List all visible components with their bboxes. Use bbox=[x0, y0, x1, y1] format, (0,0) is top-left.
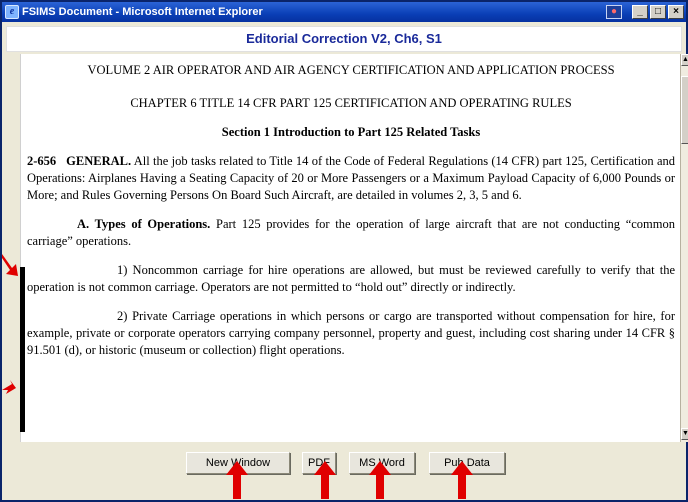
toolbar-status-icon[interactable]: ● bbox=[606, 5, 622, 19]
ie-icon: e bbox=[5, 5, 19, 19]
section-title: Section 1 Introduction to Part 125 Relat… bbox=[221, 125, 481, 139]
general-number: 2-656 bbox=[27, 154, 57, 168]
document-content: VOLUME 2 AIR OPERATOR AND AIR AGENCY CER… bbox=[20, 54, 682, 442]
scroll-thumb[interactable] bbox=[681, 76, 688, 144]
vertical-scrollbar[interactable]: ▲ ▼ bbox=[680, 54, 688, 442]
volume-title: VOLUME 2 AIR OPERATOR AND AIR AGENCY CER… bbox=[87, 63, 615, 77]
maximize-button[interactable]: □ bbox=[650, 5, 666, 19]
change-bar bbox=[20, 267, 25, 432]
arrow-up-icon bbox=[226, 461, 248, 499]
close-button[interactable]: × bbox=[668, 5, 684, 19]
arrow-up-icon bbox=[314, 461, 336, 499]
footer-toolbar: New Window PDF MS Word Pub Data bbox=[6, 442, 682, 498]
window-title: FSIMS Document - Microsoft Internet Expl… bbox=[22, 6, 263, 18]
chapter-title: CHAPTER 6 TITLE 14 CFR PART 125 CERTIFIC… bbox=[130, 96, 572, 110]
document-header: Editorial Correction V2, Ch6, S1 bbox=[6, 26, 682, 52]
types-heading: A. Types of Operations. bbox=[77, 217, 211, 231]
document-header-title: Editorial Correction V2, Ch6, S1 bbox=[246, 31, 442, 46]
arrow-up-icon bbox=[369, 461, 391, 499]
item-1-paragraph: 1) Noncommon carriage for hire operation… bbox=[27, 263, 675, 294]
general-heading: GENERAL. bbox=[66, 154, 132, 168]
arrow-pointer-icon bbox=[2, 380, 16, 394]
arrow-up-icon bbox=[451, 461, 473, 499]
types-paragraph: A. Types of Operations. Part 125 provide… bbox=[27, 216, 675, 250]
scroll-down-icon[interactable]: ▼ bbox=[681, 428, 688, 440]
scroll-up-icon[interactable]: ▲ bbox=[681, 54, 688, 66]
minimize-button[interactable]: _ bbox=[632, 5, 648, 19]
item-2-paragraph: 2) Private Carriage operations in which … bbox=[27, 309, 675, 357]
general-paragraph: 2-656 GENERAL. All the job tasks related… bbox=[27, 153, 675, 204]
browser-window: e FSIMS Document - Microsoft Internet Ex… bbox=[0, 0, 688, 502]
document-body: VOLUME 2 AIR OPERATOR AND AIR AGENCY CER… bbox=[27, 62, 675, 359]
arrow-pointer-icon bbox=[2, 254, 18, 276]
title-bar[interactable]: e FSIMS Document - Microsoft Internet Ex… bbox=[2, 2, 686, 22]
